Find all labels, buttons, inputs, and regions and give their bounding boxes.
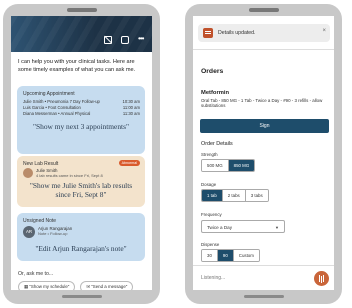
- frequency-value: Twice a Day: [207, 225, 233, 230]
- medication-name: Metformin: [201, 90, 230, 96]
- suggestion-chips: ▦ "Show my schedule" ✉ "Send a message": [18, 281, 134, 290]
- notification-text: Details updated.: [218, 30, 256, 36]
- abnormal-badge: Abnormal: [118, 160, 140, 166]
- card-title: Unsigned Note: [23, 218, 57, 224]
- medication-detail: Oral Tab - 850 MG - 1 Tab - Twice a Day …: [201, 98, 323, 109]
- new-lab-result-card[interactable]: New Lab Result Abnormal Julie Smith 4 la…: [17, 156, 145, 207]
- dispense-selector: 30 90 Custom: [201, 249, 260, 262]
- example-query: "Edit Arjun Rangarajan's note": [35, 244, 127, 253]
- send-message-chip[interactable]: ✉ "Send a message": [80, 281, 134, 290]
- home-indicator: [243, 295, 284, 298]
- assistant-home-screen: ••• I can help you with your clinical ta…: [11, 16, 152, 290]
- upcoming-appointment-card[interactable]: Upcoming Appointment Julie Smith • Pneum…: [17, 86, 145, 154]
- close-icon[interactable]: ×: [322, 28, 326, 34]
- example-query: "Show my next 3 appointments": [33, 122, 129, 131]
- header-actions: •••: [104, 35, 146, 44]
- example-query-line2: since Fri, Sept 8": [55, 190, 107, 199]
- document-icon: [203, 28, 213, 38]
- dosage-selector: 1 tab 2 tabs 3 tabs: [201, 189, 269, 202]
- or-ask-label: Or, ask me to...: [18, 271, 54, 277]
- listening-bar: Listening...: [193, 265, 334, 290]
- unsigned-note-card[interactable]: Unsigned Note AR Arjun Rangarajan Note •…: [17, 213, 145, 261]
- strength-option-selected[interactable]: 850 MG: [228, 160, 255, 171]
- appointment-text: Julie Smith • Pneumonia 7 Day Follow-up: [23, 99, 100, 104]
- appointment-text: Diana Messerman • Annual Physical: [23, 111, 91, 116]
- phone-notch: [248, 8, 279, 12]
- dosage-option[interactable]: 3 tabs: [245, 190, 268, 201]
- appointment-row: Luis Garcia • Foot Consultation 11:00 am: [23, 105, 140, 110]
- dosage-option-selected[interactable]: 1 tab: [202, 190, 223, 201]
- strength-label: Strength: [201, 152, 218, 157]
- left-phone-frame: ••• I can help you with your clinical ta…: [3, 4, 160, 304]
- strength-option[interactable]: 500 MG: [202, 160, 229, 171]
- appointment-text: Luis Garcia • Foot Consultation: [23, 105, 81, 110]
- right-phone-frame: Details updated. × Orders Metformin Oral…: [185, 4, 342, 304]
- home-indicator: [61, 295, 102, 298]
- dosage-option[interactable]: 2 tabs: [222, 190, 246, 201]
- intro-text: I can help you with your clinical tasks.…: [18, 59, 136, 73]
- listening-text: Listening...: [201, 275, 226, 281]
- chip-label: "Send a message": [91, 284, 128, 289]
- card-title: Upcoming Appointment: [23, 91, 75, 97]
- phone-notch: [66, 8, 97, 12]
- appointment-time: 10:30 am: [122, 99, 140, 104]
- dosage-label: Dosage: [201, 182, 217, 187]
- appointment-row: Diana Messerman • Annual Physical 11:30 …: [23, 111, 140, 116]
- dispense-label: Dispense: [201, 242, 220, 247]
- assistant-header: •••: [11, 16, 152, 52]
- orders-heading: Orders: [201, 68, 224, 75]
- appointment-time: 11:30 am: [122, 111, 140, 116]
- chat-icon[interactable]: [121, 36, 129, 44]
- voice-icon[interactable]: [314, 271, 329, 286]
- note-subtitle: Note • Follow-up: [38, 231, 68, 236]
- details-updated-notification: Details updated. ×: [198, 24, 330, 42]
- appointment-time: 11:00 am: [122, 105, 140, 110]
- dispense-option[interactable]: 30: [202, 250, 218, 261]
- frequency-label: Frequency: [201, 212, 222, 217]
- more-icon[interactable]: •••: [138, 35, 146, 44]
- patient-avatar: [23, 168, 33, 178]
- divider: [193, 49, 334, 50]
- dispense-option-selected[interactable]: 90: [217, 250, 234, 261]
- header-pattern: [11, 16, 152, 52]
- sign-button[interactable]: Sign: [200, 119, 329, 133]
- order-details-title: Order Details: [201, 141, 233, 147]
- strength-selector: 500 MG 850 MG: [201, 159, 256, 172]
- orders-screen: Details updated. × Orders Metformin Oral…: [193, 16, 334, 290]
- patient-avatar: AR: [23, 226, 35, 238]
- card-title: New Lab Result: [23, 161, 59, 167]
- dispense-option[interactable]: Custom: [233, 250, 259, 261]
- lab-subtitle: 4 lab results came in since Fri, Sept 8: [36, 173, 103, 178]
- show-schedule-chip[interactable]: ▦ "Show my schedule": [18, 281, 76, 290]
- bot-off-icon[interactable]: [104, 36, 112, 44]
- chip-label: "Show my schedule": [29, 284, 70, 289]
- appointment-row: Julie Smith • Pneumonia 7 Day Follow-up …: [23, 99, 140, 104]
- frequency-select[interactable]: Twice a Day ▼: [201, 220, 285, 233]
- chevron-down-icon: ▼: [275, 225, 279, 230]
